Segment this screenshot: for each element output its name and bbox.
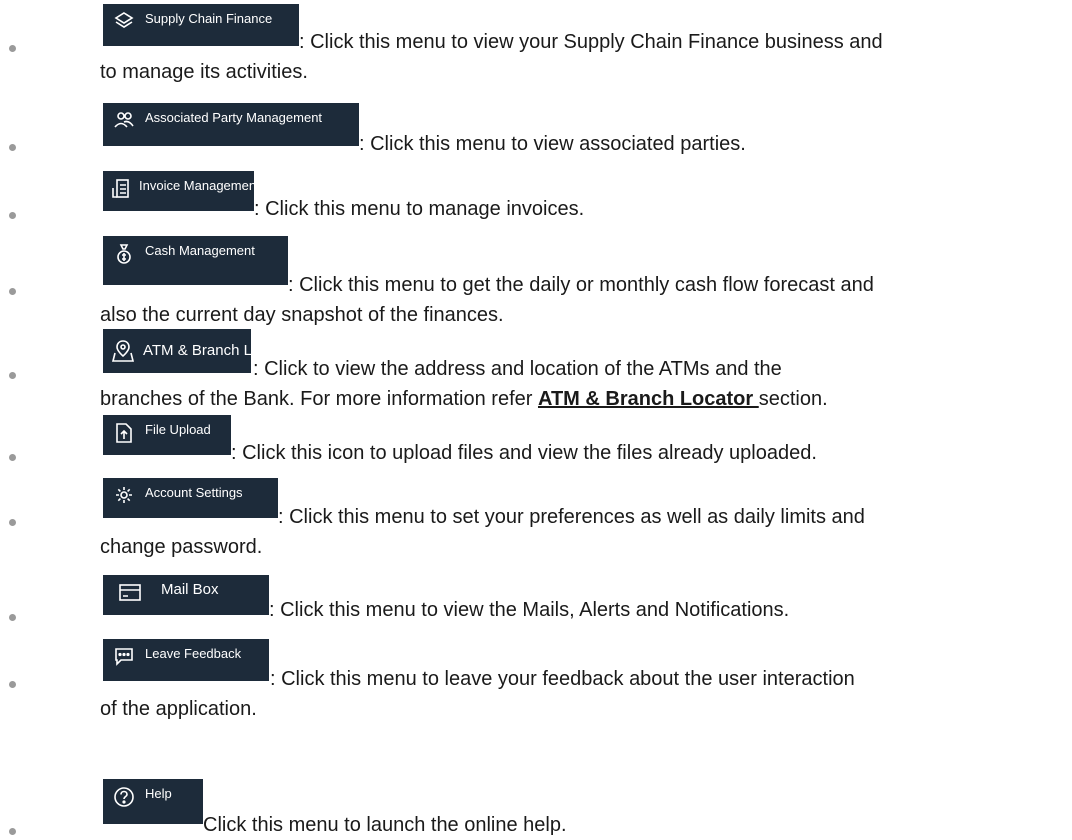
users-icon: [111, 110, 137, 130]
bullet-icon: [9, 372, 16, 379]
bullet-icon: [9, 288, 16, 295]
description-text: : Click this menu to view associated par…: [359, 133, 746, 155]
button-label: Mail Box: [161, 581, 219, 598]
bullet-icon: [9, 828, 16, 835]
description-text: : Click this menu to view your Supply Ch…: [299, 31, 883, 53]
description-text: : Click this menu to view the Mails, Ale…: [269, 599, 790, 621]
file-upload-icon: [111, 422, 137, 444]
map-pin-icon: [111, 339, 135, 363]
bullet-icon: [9, 681, 16, 688]
description-text: to manage its activities.: [100, 61, 308, 83]
supply-chain-finance-button[interactable]: Supply Chain Finance: [103, 4, 299, 46]
leave-feedback-button[interactable]: Leave Feedback: [103, 639, 269, 681]
bullet-icon: [9, 144, 16, 151]
invoice-management-button[interactable]: Invoice Management: [103, 171, 260, 211]
associated-party-management-button[interactable]: Associated Party Management: [103, 103, 359, 146]
help-button[interactable]: Help: [103, 779, 203, 824]
description-text: branches of the Bank. For more informati…: [100, 386, 828, 412]
bullet-icon: [9, 614, 16, 621]
description-text: : Click this menu to get the daily or mo…: [288, 274, 874, 296]
description-text: change password.: [100, 536, 263, 558]
atm-branch-locator-button[interactable]: ATM & Branch Locator: [103, 329, 294, 373]
description-text: : Click to view the address and location…: [253, 358, 782, 380]
button-label: Invoice Management: [139, 178, 260, 193]
description-text: Click this menu to launch the online hel…: [203, 814, 567, 836]
bullet-icon: [9, 45, 16, 52]
mailbox-icon: [117, 582, 143, 602]
button-label: Account Settings: [145, 485, 243, 500]
button-label: Help: [145, 786, 172, 801]
money-bag-icon: [111, 243, 137, 265]
bullet-icon: [9, 454, 16, 461]
gear-icon: [111, 485, 137, 505]
account-settings-button[interactable]: Account Settings: [103, 478, 278, 518]
bullet-icon: [9, 519, 16, 526]
description-text: : Click this menu to set your preference…: [278, 506, 865, 528]
button-label: File Upload: [145, 422, 211, 437]
file-upload-button[interactable]: File Upload: [103, 415, 231, 455]
description-text: of the application.: [100, 698, 257, 720]
atm-branch-locator-link[interactable]: ATM & Branch Locator: [538, 388, 759, 410]
description-text: : Click this menu to manage invoices.: [254, 198, 585, 220]
bullet-icon: [9, 212, 16, 219]
mail-box-button[interactable]: Mail Box: [103, 575, 269, 615]
description-text: section.: [758, 388, 828, 410]
layers-icon: [111, 11, 137, 31]
description-text: : Click this icon to upload files and vi…: [231, 442, 817, 464]
button-label: Supply Chain Finance: [145, 11, 273, 26]
chat-bubble-icon: [111, 646, 137, 666]
description-text: : Click this menu to leave your feedback…: [270, 668, 855, 690]
cash-management-button[interactable]: Cash Management: [103, 236, 288, 285]
invoice-icon: [111, 178, 131, 200]
button-label: Associated Party Management: [145, 110, 323, 125]
description-text: branches of the Bank. For more informati…: [100, 388, 538, 410]
description-text: also the current day snapshot of the fin…: [100, 304, 504, 326]
button-label: Cash Management: [145, 243, 255, 258]
help-icon: [111, 786, 137, 808]
button-label: Leave Feedback: [145, 646, 242, 661]
